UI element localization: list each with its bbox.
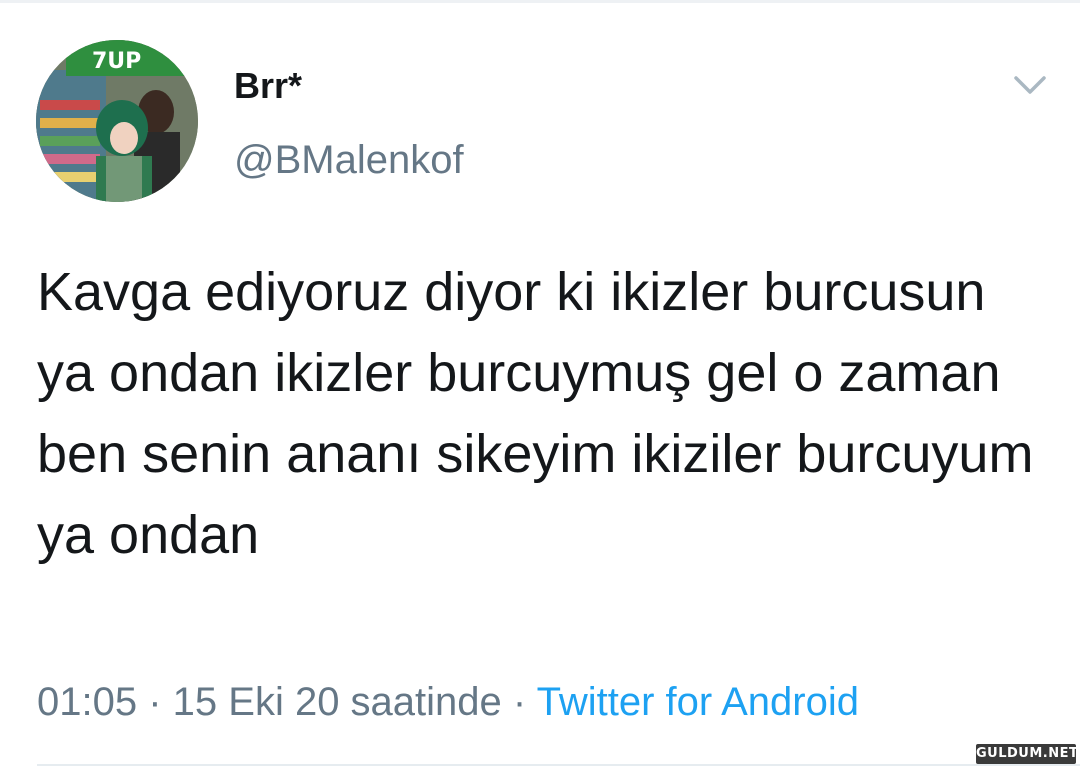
tweet-time[interactable]: 01:05 <box>37 680 137 724</box>
tweet-text: Kavga ediyoruz diyor ki ikizler burcusun… <box>37 262 1034 565</box>
display-name[interactable]: Brr* <box>234 64 302 108</box>
top-divider <box>0 0 1080 3</box>
tweet-source-link[interactable]: Twitter for Android <box>537 680 859 724</box>
meta-separator: · <box>501 680 537 724</box>
user-handle[interactable]: @BMalenkof <box>234 136 464 184</box>
chevron-down-icon[interactable] <box>1010 70 1050 100</box>
profile-photo: 7UP <box>36 40 198 202</box>
watermark-logo: GULDUM.NET <box>976 744 1078 764</box>
tweet-screenshot: 7UP Brr* @BMalenkof Kavga ediyoruz diyor… <box>0 0 1080 768</box>
tweet-meta: 01:05 · 15 Eki 20 saatinde · Twitter for… <box>37 676 859 728</box>
tweet-date[interactable]: 15 Eki 20 saatinde <box>173 680 502 724</box>
bottom-divider <box>37 764 1080 766</box>
meta-separator: · <box>137 680 173 724</box>
avatar-logo-text: 7UP <box>92 49 141 74</box>
avatar[interactable]: 7UP <box>36 40 198 202</box>
